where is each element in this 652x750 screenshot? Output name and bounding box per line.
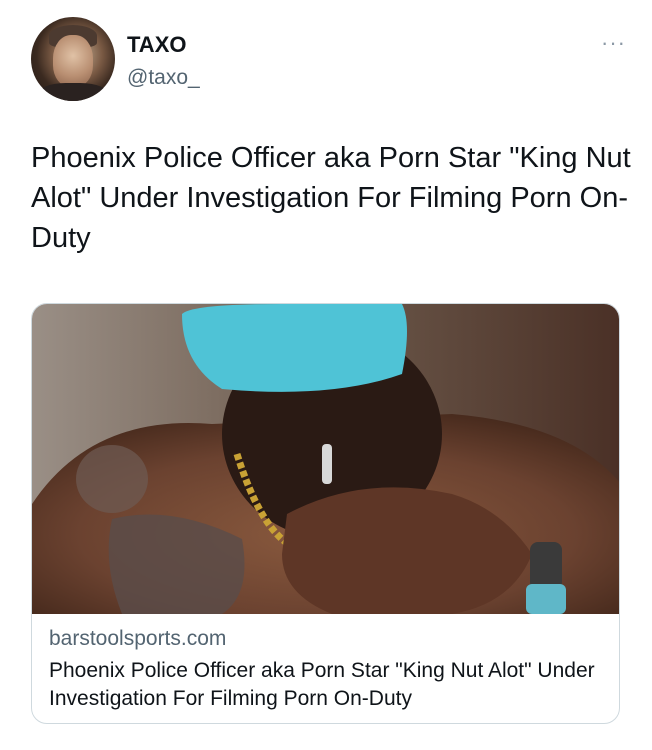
avatar-shirt xyxy=(37,83,109,101)
card-title[interactable]: Phoenix Police Officer aka Porn Star "Ki… xyxy=(49,657,609,713)
ellipsis-icon[interactable]: ··· xyxy=(601,30,626,56)
author-handle[interactable]: @taxo_ xyxy=(127,66,200,90)
card-domain[interactable]: barstoolsports.com xyxy=(49,627,226,651)
avatar-face xyxy=(53,35,93,87)
author-display-name[interactable]: TAXO xyxy=(127,32,186,58)
link-card[interactable]: barstoolsports.com Phoenix Police Office… xyxy=(31,303,620,724)
avatar[interactable] xyxy=(31,17,115,101)
tweet-text: Phoenix Police Officer aka Porn Star "Ki… xyxy=(31,142,631,254)
card-image[interactable] xyxy=(32,304,619,614)
